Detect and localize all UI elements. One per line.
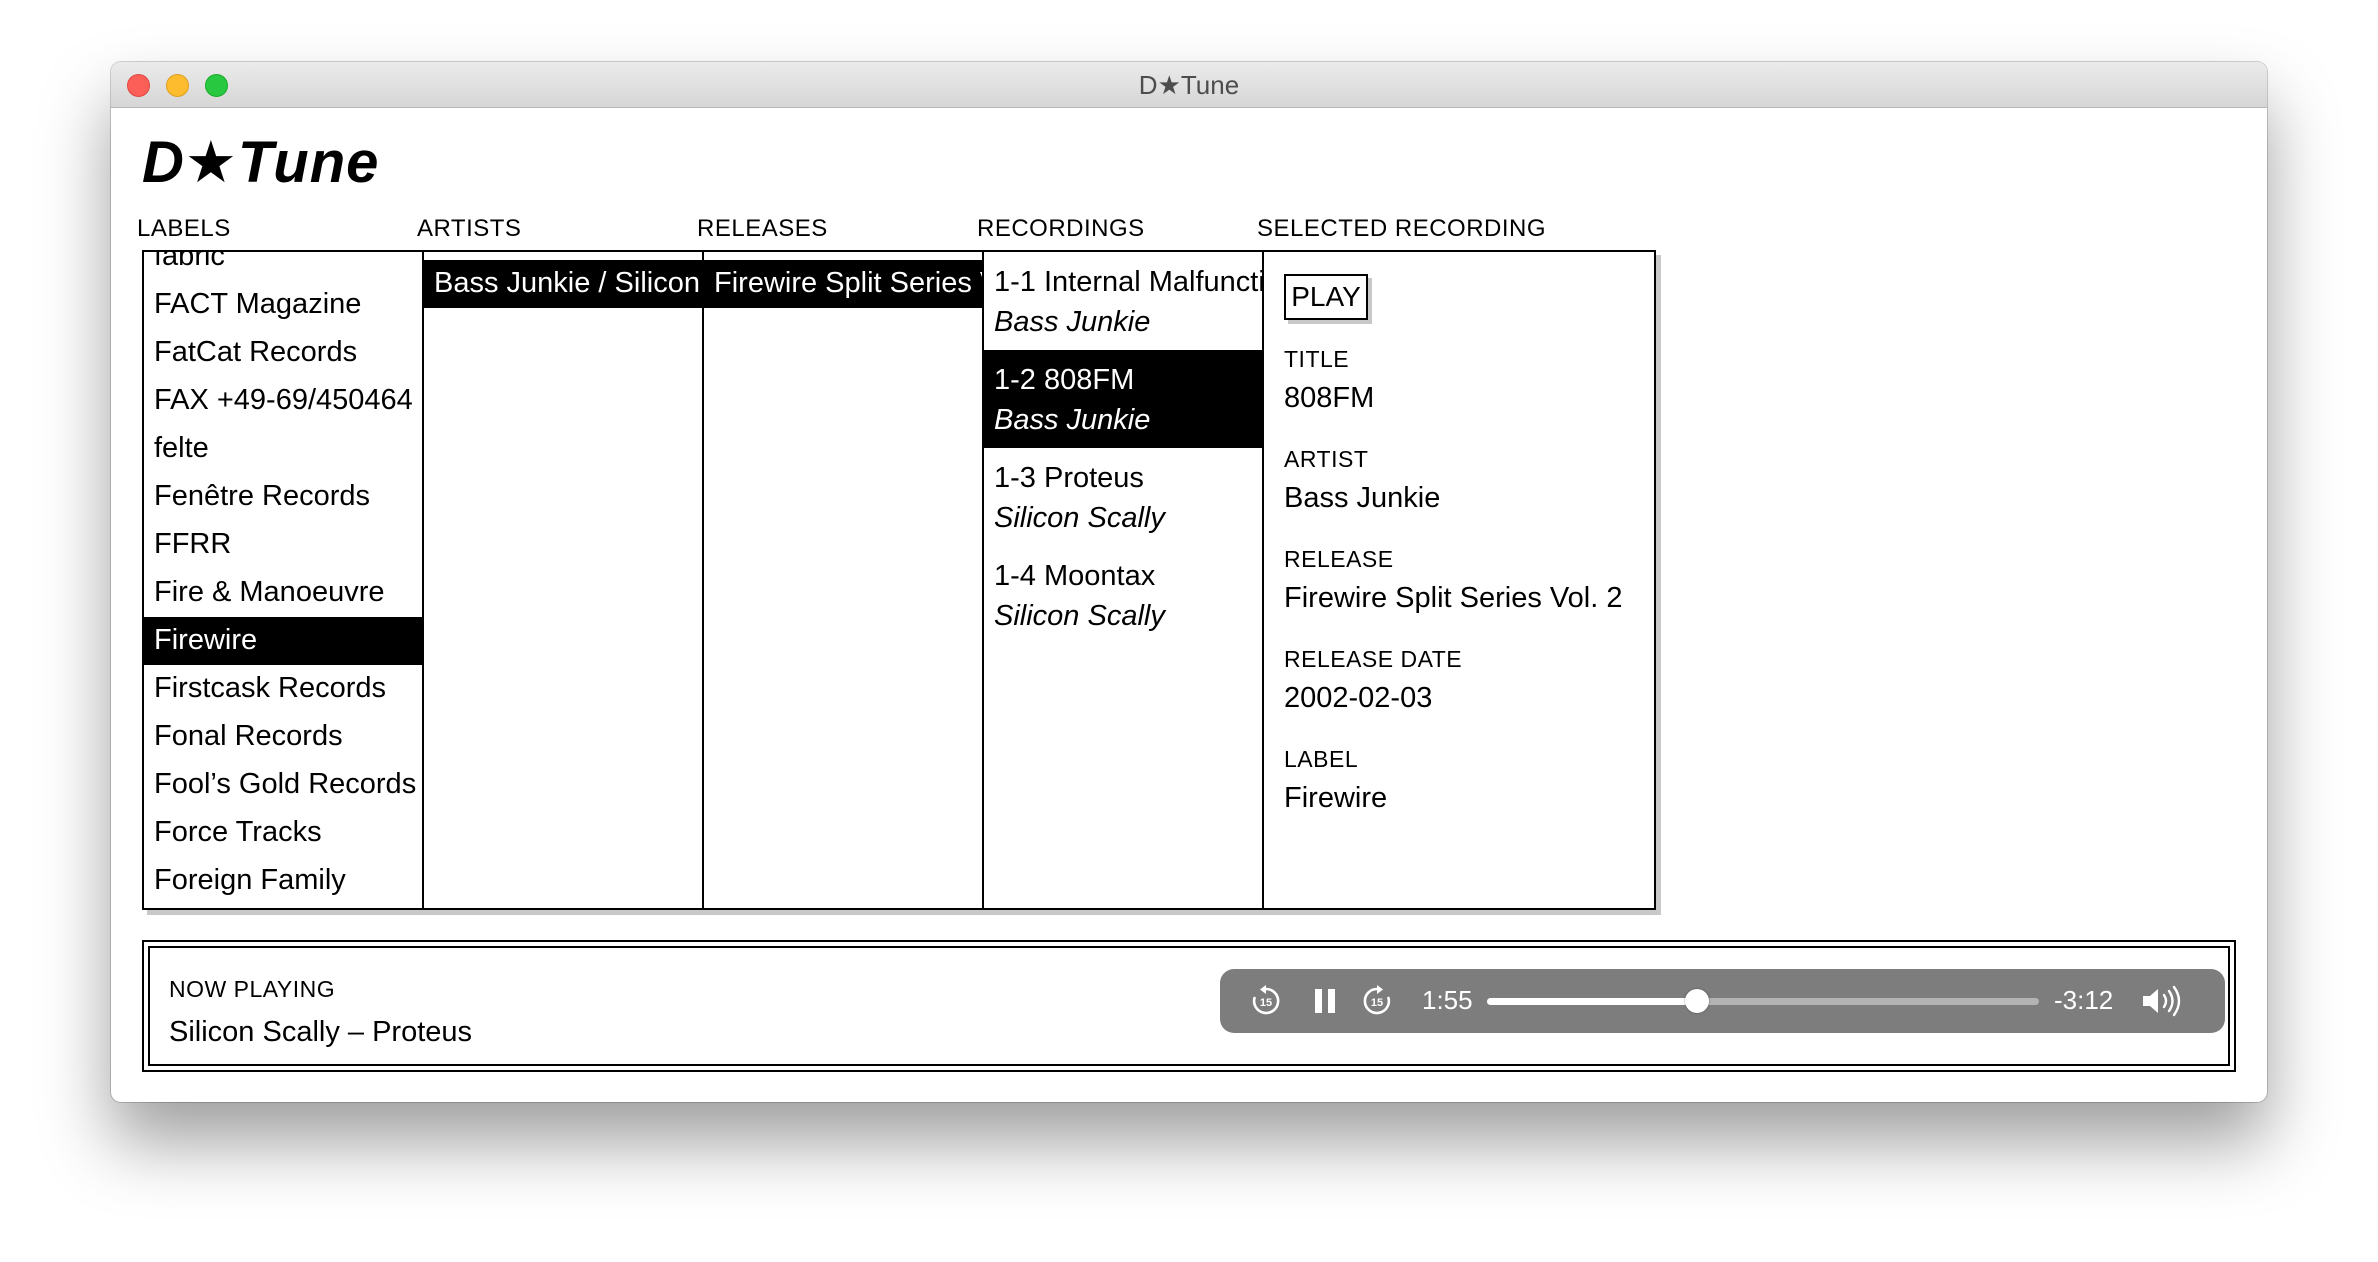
app-logo: D★Tune — [142, 130, 380, 195]
label-item-name: Fonal Records — [154, 720, 343, 752]
skip-forward-15-icon[interactable]: 15 — [1361, 985, 1393, 1017]
label-item-name: Fenêtre Records — [154, 480, 370, 512]
label-item-name: FACT Magazine — [154, 288, 362, 320]
artist-value: Bass Junkie — [1284, 482, 1441, 514]
title-label: TITLE — [1284, 346, 1350, 372]
label-item-name: FFRR — [154, 528, 232, 560]
release-date-label: RELEASE DATE — [1284, 646, 1463, 672]
progress-knob[interactable] — [1684, 989, 1709, 1013]
window-titlebar[interactable]: D★Tune — [111, 62, 2267, 108]
release-label: RELEASE — [1284, 546, 1394, 572]
label-item-name: Firewire — [154, 624, 258, 656]
now-playing-label: NOW PLAYING — [169, 976, 336, 1002]
label-value: Firewire — [1284, 782, 1388, 814]
desktop-background: D★Tune D★Tune LABELS ARTISTS RELEASES RE… — [0, 0, 2378, 1262]
title-value: 808FM — [1284, 382, 1375, 414]
pause-icon[interactable] — [1311, 987, 1339, 1015]
label-item-name: Firstcask Records — [154, 672, 387, 704]
window-title: D★Tune — [1138, 70, 1240, 100]
now-playing-value: Silicon Scally – Proteus — [169, 1016, 473, 1048]
label-item-name: fabric — [154, 250, 225, 272]
release-date-value: 2002-02-03 — [1284, 682, 1433, 714]
selected-recording-panel: PLAY TITLE 808FM ARTIST Bass Junkie RELE… — [1262, 250, 1656, 910]
play-button[interactable]: PLAY — [1284, 274, 1368, 320]
artists-column-title: ARTISTS — [417, 215, 522, 242]
elapsed-time: 1:55 — [1422, 985, 1473, 1015]
label-item-name: Fool’s Gold Records — [154, 768, 417, 800]
label-item-name: felte — [154, 432, 209, 464]
labels-column-title: LABELS — [137, 215, 231, 242]
artist-label: ARTIST — [1284, 446, 1369, 472]
progress-slider[interactable] — [1487, 989, 2039, 1013]
volume-icon[interactable] — [2140, 985, 2186, 1017]
release-value: Firewire Split Series Vol. 2 — [1284, 582, 1623, 614]
now-playing-panel: NOW PLAYING Silicon Scally – Proteus 15 … — [142, 940, 2236, 1072]
label-label: LABEL — [1284, 746, 1359, 772]
progress-fill — [1487, 998, 1697, 1005]
recordings-column-title: RECORDINGS — [977, 215, 1145, 242]
label-item-name: Force Tracks — [154, 816, 322, 848]
releases-column-title: RELEASES — [697, 215, 828, 242]
label-item-name: Fire & Manoeuvre — [154, 576, 385, 608]
audio-player: 15 15 1:55 -3:12 — [1220, 969, 2225, 1033]
skip-forward-seconds-label: 15 — [1371, 997, 1383, 1009]
app-window: D★Tune D★Tune LABELS ARTISTS RELEASES RE… — [111, 62, 2267, 1102]
label-item-name: Foreign Family — [154, 864, 346, 896]
skip-back-seconds-label: 15 — [1260, 997, 1272, 1009]
remaining-time: -3:12 — [2054, 985, 2114, 1015]
selected-recording-column-title: SELECTED RECORDING — [1257, 215, 1547, 242]
skip-back-15-icon[interactable]: 15 — [1250, 985, 1282, 1017]
label-item-name: FAX +49-69/450464 — [154, 384, 413, 416]
label-item-name: FatCat Records — [154, 336, 358, 368]
